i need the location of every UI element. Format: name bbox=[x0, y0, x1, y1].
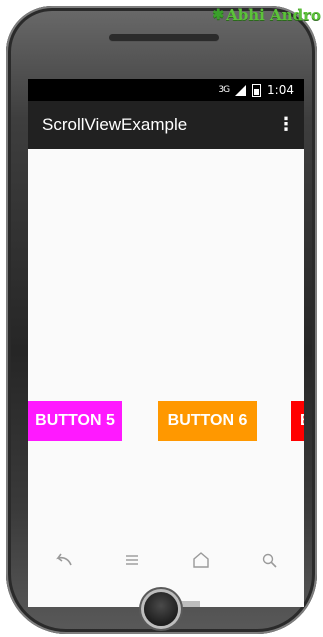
button-6[interactable]: BUTTON 6 bbox=[158, 401, 257, 441]
status-bar: 3G 1:04 bbox=[28, 79, 304, 101]
hardware-home-button[interactable] bbox=[144, 592, 178, 626]
screen: 3G 1:04 ScrollViewExample ⋮ BUTTON 5 BUT… bbox=[28, 79, 304, 607]
search-icon[interactable] bbox=[250, 553, 290, 568]
signal-icon bbox=[235, 84, 247, 96]
home-icon[interactable] bbox=[181, 552, 221, 568]
action-bar: ScrollViewExample ⋮ bbox=[28, 101, 304, 149]
button-5[interactable]: BUTTON 5 bbox=[28, 401, 122, 441]
navigation-bar bbox=[28, 535, 304, 585]
overflow-menu-icon[interactable]: ⋮ bbox=[276, 116, 296, 134]
earpiece-speaker bbox=[109, 34, 219, 41]
status-time: 1:04 bbox=[267, 83, 294, 97]
button-row: BUTTON 5 BUTTON 6 B bbox=[28, 401, 304, 441]
watermark: ✱ Abhi Andro bbox=[212, 4, 321, 26]
app-title: ScrollViewExample bbox=[42, 115, 188, 134]
button-7-partial[interactable]: B bbox=[291, 401, 304, 441]
battery-icon bbox=[252, 83, 262, 97]
menu-icon[interactable] bbox=[112, 553, 152, 567]
network-type: 3G bbox=[218, 85, 230, 95]
watermark-text: Abhi Andro bbox=[226, 6, 321, 24]
back-icon[interactable] bbox=[43, 553, 83, 567]
android-logo-icon: ✱ bbox=[212, 7, 225, 23]
